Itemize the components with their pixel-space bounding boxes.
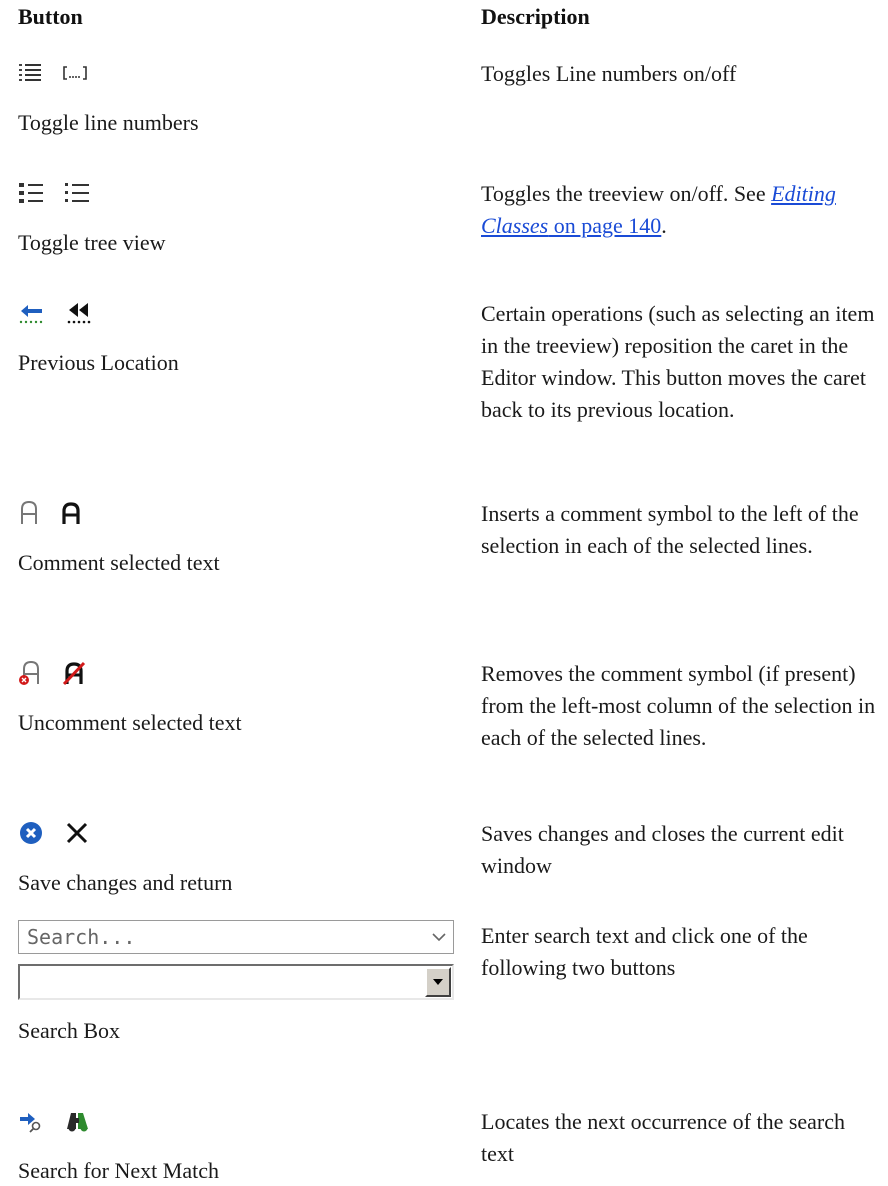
list-view-icon[interactable]: [64, 181, 90, 205]
back-arrow-icon[interactable]: [18, 301, 46, 325]
double-chevron-left-icon[interactable]: [66, 301, 94, 325]
row-description: Enter search text and click one of the f…: [481, 923, 808, 980]
row-description: Certain operations (such as selecting an…: [481, 301, 875, 422]
comment-outline-icon[interactable]: [18, 500, 40, 526]
close-x-icon[interactable]: [64, 820, 90, 846]
binoculars-icon[interactable]: [64, 1109, 92, 1133]
uncomment-bold-icon[interactable]: [62, 660, 86, 686]
line-numbers-icon[interactable]: [18, 61, 42, 85]
row-description: Toggles Line numbers on/off: [481, 61, 737, 86]
row-description: Toggles the treeview on/off. See Editing…: [481, 181, 836, 238]
comment-bold-icon[interactable]: [60, 500, 82, 526]
row-label: Toggle line numbers: [18, 110, 199, 135]
search-combobox-modern[interactable]: [18, 920, 454, 954]
row-description: Saves changes and closes the current edi…: [481, 821, 844, 878]
row-description: Locates the next occurrence of the searc…: [481, 1109, 846, 1166]
row-label: Search Box: [18, 1018, 121, 1043]
find-next-icon[interactable]: [18, 1109, 44, 1133]
row-label: Toggle tree view: [18, 230, 166, 255]
search-input-classic[interactable]: [20, 966, 424, 998]
row-description: Inserts a comment symbol to the left of …: [481, 501, 859, 558]
search-input[interactable]: [19, 922, 425, 952]
tree-view-icon[interactable]: [18, 181, 44, 205]
close-circle-icon[interactable]: [18, 820, 44, 846]
row-description: Removes the comment symbol (if present) …: [481, 661, 876, 750]
column-header-description: Description: [481, 4, 590, 29]
search-combobox-classic[interactable]: [18, 964, 454, 1000]
column-header-button: Button: [18, 4, 83, 29]
dropdown-arrow-icon[interactable]: [425, 967, 451, 997]
row-label: Comment selected text: [18, 550, 220, 575]
row-label: Save changes and return: [18, 870, 233, 895]
row-label: Uncomment selected text: [18, 710, 242, 735]
bracket-ellipsis-icon[interactable]: [62, 62, 88, 84]
chevron-down-icon[interactable]: [425, 932, 453, 942]
row-label: Search for Next Match: [18, 1158, 219, 1183]
row-label: Previous Location: [18, 350, 179, 375]
uncomment-outline-icon[interactable]: [18, 660, 42, 686]
